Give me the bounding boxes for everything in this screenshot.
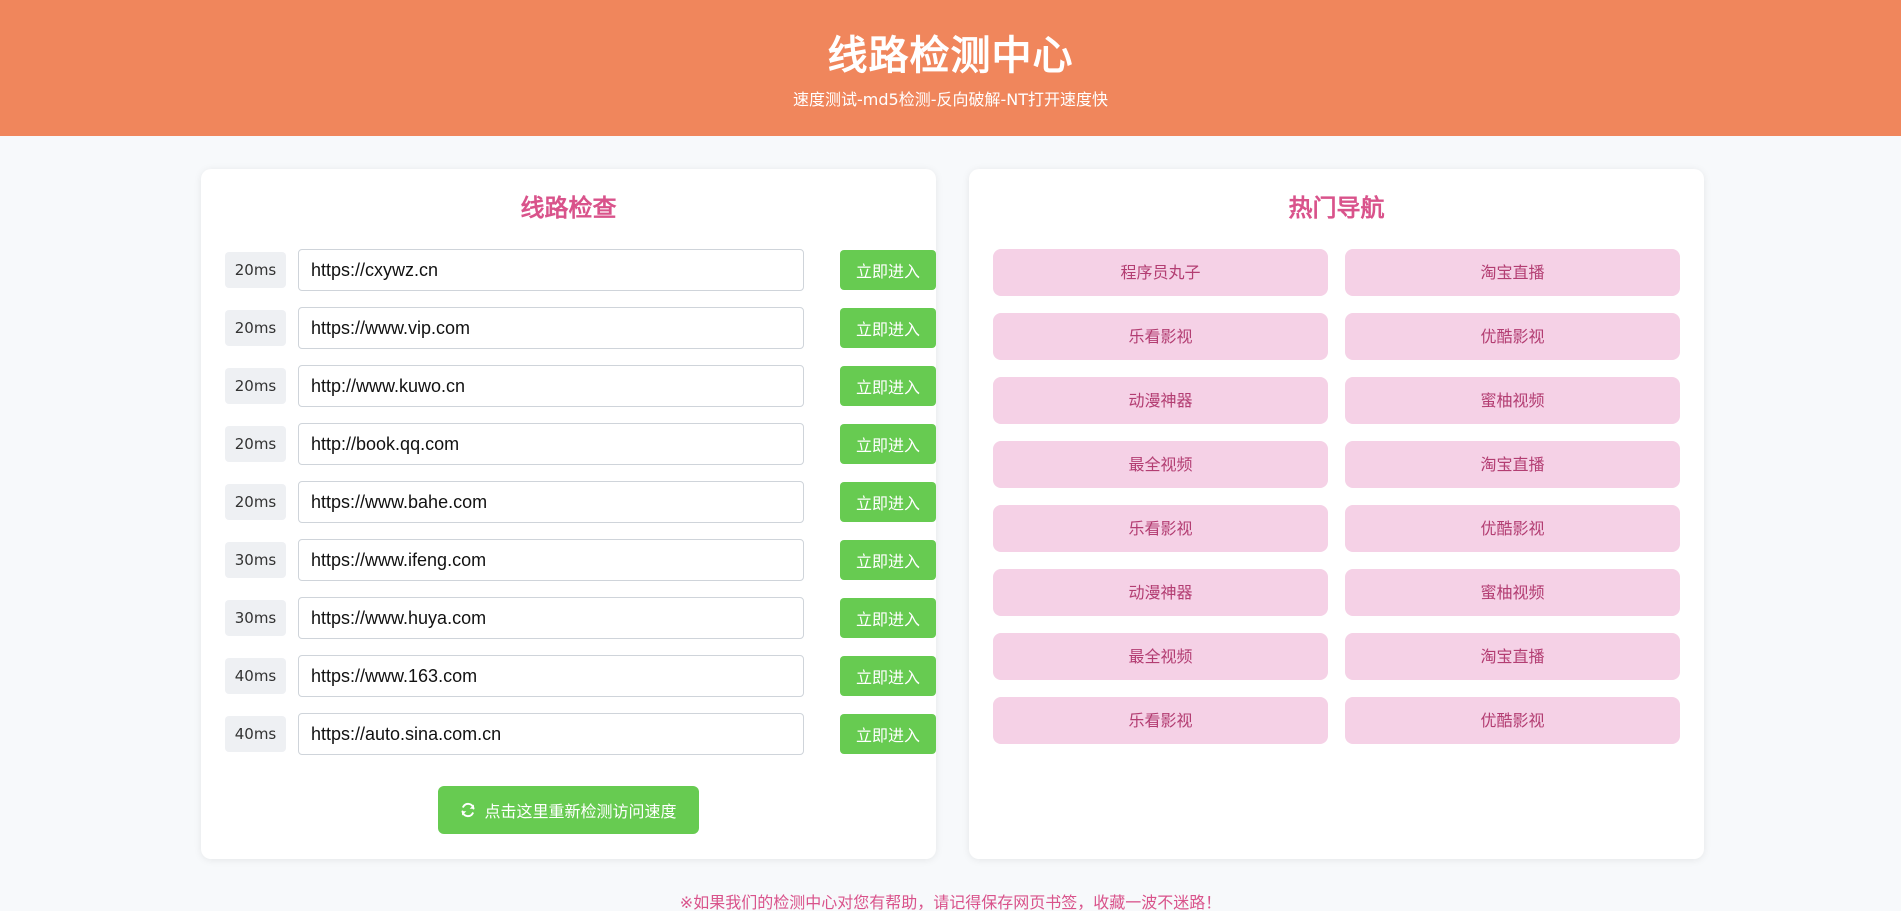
url-input[interactable] — [298, 365, 804, 407]
enter-button[interactable]: 立即进入 — [840, 540, 936, 580]
url-input[interactable] — [298, 597, 804, 639]
latency-badge: 40ms — [225, 716, 286, 752]
line-row: 30ms 立即进入 — [225, 539, 936, 581]
line-row: 20ms 立即进入 — [225, 481, 936, 523]
nav-link[interactable]: 最全视频 — [993, 441, 1328, 488]
line-row: 20ms 立即进入 — [225, 307, 936, 349]
nav-link[interactable]: 优酷影视 — [1345, 697, 1680, 744]
enter-button[interactable]: 立即进入 — [840, 366, 936, 406]
nav-link[interactable]: 淘宝直播 — [1345, 249, 1680, 296]
latency-badge: 20ms — [225, 426, 286, 462]
footer-note: ※如果我们的检测中心对您有帮助，请记得保存网页书签，收藏一波不迷路！ — [679, 893, 1222, 911]
nav-link[interactable]: 优酷影视 — [1345, 505, 1680, 552]
url-input[interactable] — [298, 713, 804, 755]
line-row: 20ms 立即进入 — [225, 249, 936, 291]
enter-button[interactable]: 立即进入 — [840, 250, 936, 290]
latency-badge: 40ms — [225, 658, 286, 694]
nav-link[interactable]: 动漫神器 — [993, 377, 1328, 424]
latency-badge: 20ms — [225, 252, 286, 288]
url-input[interactable] — [298, 249, 804, 291]
line-row: 20ms 立即进入 — [225, 365, 936, 407]
refresh-icon — [461, 802, 475, 818]
line-row: 40ms 立即进入 — [225, 713, 936, 755]
hot-nav-title: 热门导航 — [1288, 194, 1385, 222]
latency-badge: 30ms — [225, 600, 286, 636]
nav-link[interactable]: 蜜柚视频 — [1345, 377, 1680, 424]
line-row: 40ms 立即进入 — [225, 655, 936, 697]
line-row: 30ms 立即进入 — [225, 597, 936, 639]
url-input[interactable] — [298, 423, 804, 465]
enter-button[interactable]: 立即进入 — [840, 656, 936, 696]
enter-button[interactable]: 立即进入 — [840, 714, 936, 754]
nav-link[interactable]: 乐看影视 — [993, 313, 1328, 360]
enter-button[interactable]: 立即进入 — [840, 424, 936, 464]
latency-badge: 20ms — [225, 310, 286, 346]
page-subtitle: 速度测试-md5检测-反向破解-NT打开速度快 — [793, 90, 1108, 109]
nav-link[interactable]: 蜜柚视频 — [1345, 569, 1680, 616]
enter-button[interactable]: 立即进入 — [840, 598, 936, 638]
url-input[interactable] — [298, 539, 804, 581]
url-input[interactable] — [298, 481, 804, 523]
nav-link[interactable]: 程序员丸子 — [993, 249, 1328, 296]
latency-badge: 20ms — [225, 484, 286, 520]
recheck-label: 点击这里重新检测访问速度 — [484, 802, 677, 821]
page-title: 线路检测中心 — [827, 33, 1074, 79]
line-row: 20ms 立即进入 — [225, 423, 936, 465]
line-check-panel: 线路检查 20ms 立即进入 20ms 立即进入 20ms 立即进入 20ms … — [201, 169, 936, 859]
nav-link[interactable]: 淘宝直播 — [1345, 633, 1680, 680]
latency-badge: 20ms — [225, 368, 286, 404]
line-check-title: 线路检查 — [520, 194, 617, 222]
nav-link[interactable]: 乐看影视 — [993, 697, 1328, 744]
nav-link[interactable]: 优酷影视 — [1345, 313, 1680, 360]
hot-nav-panel: 热门导航 程序员丸子 淘宝直播 乐看影视 优酷影视 动漫神器 蜜柚视频 最全视频… — [969, 169, 1704, 859]
nav-link[interactable]: 淘宝直播 — [1345, 441, 1680, 488]
url-input[interactable] — [298, 307, 804, 349]
nav-link[interactable]: 乐看影视 — [993, 505, 1328, 552]
latency-badge: 30ms — [225, 542, 286, 578]
recheck-speed-button[interactable]: 点击这里重新检测访问速度 — [438, 786, 699, 834]
url-input[interactable] — [298, 655, 804, 697]
nav-link[interactable]: 动漫神器 — [993, 569, 1328, 616]
enter-button[interactable]: 立即进入 — [840, 482, 936, 522]
nav-link[interactable]: 最全视频 — [993, 633, 1328, 680]
enter-button[interactable]: 立即进入 — [840, 308, 936, 348]
nav-grid: 程序员丸子 淘宝直播 乐看影视 优酷影视 动漫神器 蜜柚视频 最全视频 淘宝直播… — [993, 249, 1680, 744]
page-header: 线路检测中心 速度测试-md5检测-反向破解-NT打开速度快 — [0, 0, 1901, 136]
